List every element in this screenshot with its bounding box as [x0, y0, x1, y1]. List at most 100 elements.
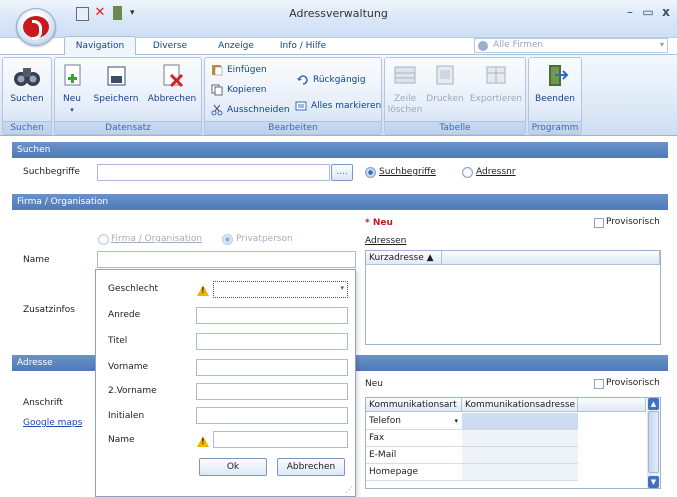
search-button-label: Suchen — [10, 94, 44, 104]
export-label: Exportieren — [469, 94, 523, 104]
provisorisch-checkbox-adresse[interactable] — [594, 379, 604, 389]
grid-cell-kind[interactable]: E-Mail — [366, 447, 462, 464]
anrede-label: Anrede — [108, 310, 141, 320]
initialen-field[interactable] — [196, 407, 348, 424]
quick-exit-icon[interactable] — [110, 5, 126, 21]
group-label-datensatz: Datensatz — [55, 121, 201, 134]
popup-cancel-button[interactable]: Abbrechen — [277, 458, 345, 476]
close-icon[interactable]: x — [658, 5, 674, 19]
tab-navigation[interactable]: Navigation — [64, 36, 136, 55]
cancel-icon — [158, 62, 186, 90]
paste-button[interactable]: Einfügen — [211, 62, 267, 78]
print-label: Drucken — [426, 94, 464, 104]
radio-firma-label: Firma / Organisation — [111, 234, 203, 244]
grid-cell-kind[interactable]: Fax — [366, 430, 462, 447]
popup-name-field[interactable] — [213, 431, 348, 448]
maximize-icon[interactable]: ▭ — [640, 5, 656, 19]
search-input[interactable] — [97, 164, 330, 181]
minimize-icon[interactable]: – — [622, 5, 638, 19]
grid-cell-kind[interactable]: Telefon ▾ — [366, 413, 462, 430]
kommunikation-grid[interactable]: Kommunikationsart Kommunikationsadresse … — [365, 397, 661, 489]
cut-label: Ausschneiden — [227, 105, 290, 115]
export-button[interactable]: Exportieren — [469, 62, 523, 105]
undo-label: Rückgängig — [313, 75, 366, 85]
grid-cell-kind[interactable]: Homepage — [366, 464, 462, 481]
tab-info-hilfe[interactable]: Info / Hilfe — [270, 38, 336, 54]
group-label-bearbeiten: Bearbeiten — [205, 121, 381, 134]
scroll-thumb[interactable] — [648, 411, 659, 473]
kommunikation-new-label: Neu — [365, 379, 383, 389]
delete-row-button[interactable]: Zeile löschen — [387, 62, 423, 116]
cut-icon — [211, 104, 223, 116]
new-document-icon — [58, 62, 86, 90]
browse-button[interactable]: .... — [331, 164, 353, 181]
grid-scrollbar[interactable]: ▲ ▼ — [647, 398, 660, 488]
quick-delete-icon[interactable]: ✕ — [92, 5, 108, 21]
ribbon-group-suchen: Suchen Suchen — [2, 57, 52, 135]
new-button[interactable]: Neu ▾ — [57, 62, 87, 116]
popup-name-label: Name — [108, 435, 135, 445]
chevron-down-icon: ▾ — [454, 417, 458, 425]
print-button[interactable]: Drucken — [425, 62, 465, 105]
ribbon-group-datensatz: Neu ▾ Speichern Abbrechen Datensatz — [54, 57, 202, 135]
grid-header-extra — [578, 398, 646, 412]
cancel-button-label: Abbrechen — [147, 94, 197, 104]
title-bar: Adressverwaltung ✕ ▾ – ▭ x — [0, 0, 677, 38]
export-icon — [482, 62, 510, 90]
radio-firma[interactable] — [98, 234, 109, 245]
company-selector[interactable]: Alle Firmen ▾ — [474, 38, 668, 53]
exit-button[interactable]: Beenden — [533, 62, 577, 105]
name-label: Name — [23, 255, 50, 265]
grid-cell-address[interactable] — [462, 464, 578, 481]
provisorisch-label-firma: Provisorisch — [606, 217, 660, 227]
tab-diverse[interactable]: Diverse — [142, 38, 198, 54]
provisorisch-checkbox-firma[interactable] — [594, 218, 604, 228]
search-button[interactable]: Suchen — [6, 62, 48, 105]
scroll-down-icon[interactable]: ▼ — [648, 476, 659, 488]
geschlecht-select[interactable]: ▾ — [213, 281, 348, 298]
save-button-label: Speichern — [93, 94, 139, 104]
group-label-tabelle: Tabelle — [385, 121, 525, 134]
copy-button[interactable]: Kopieren — [211, 82, 266, 98]
warning-icon — [197, 285, 209, 296]
scroll-up-icon[interactable]: ▲ — [648, 398, 659, 410]
select-all-button[interactable]: Alles markieren — [295, 98, 381, 114]
tab-anzeige[interactable]: Anzeige — [208, 38, 264, 54]
vorname2-field[interactable] — [196, 383, 348, 400]
ribbon-group-tabelle: Zeile löschen Drucken Exportieren Tabell… — [384, 57, 526, 135]
application-menu-button[interactable] — [16, 8, 56, 46]
anrede-field[interactable] — [196, 307, 348, 324]
grid-header-kommunikationsart[interactable]: Kommunikationsart — [366, 398, 462, 412]
google-maps-link[interactable]: Google maps — [23, 418, 82, 428]
new-dropdown-icon: ▾ — [70, 106, 74, 114]
vorname-field[interactable] — [196, 359, 348, 376]
save-button[interactable]: Speichern — [91, 62, 141, 105]
grid-cell-address[interactable] — [462, 430, 578, 447]
name-field[interactable] — [97, 251, 356, 268]
zusatzinfos-label: Zusatzinfos — [23, 305, 75, 315]
delete-row-label-2: löschen — [387, 105, 423, 115]
ok-button[interactable]: Ok — [199, 458, 267, 476]
grid-header-kurzadresse[interactable]: Kurzadresse ▲ — [366, 251, 442, 265]
vorname2-label: 2.Vorname — [108, 386, 157, 396]
resize-grip-icon[interactable]: ⋰ — [345, 485, 353, 494]
search-terms-label: Suchbegriffe — [23, 167, 80, 177]
grid-header-empty — [442, 251, 660, 265]
cut-button[interactable]: Ausschneiden — [211, 102, 290, 118]
undo-button[interactable]: Rückgängig — [297, 72, 366, 88]
radio-suchbegriffe[interactable] — [365, 167, 376, 178]
grid-header-kommunikationsadresse[interactable]: Kommunikationsadresse — [462, 398, 578, 412]
cancel-button[interactable]: Abbrechen — [145, 62, 199, 105]
radio-privatperson[interactable] — [222, 234, 233, 245]
grid-cell-address[interactable] — [462, 413, 578, 430]
grid-cell-address[interactable] — [462, 447, 578, 464]
radio-privatperson-label: Privatperson — [236, 234, 293, 244]
titel-field[interactable] — [196, 333, 348, 350]
adressen-grid[interactable]: Kurzadresse ▲ — [365, 250, 661, 345]
provisorisch-label-adresse: Provisorisch — [606, 378, 660, 388]
quick-save-icon[interactable] — [74, 5, 90, 21]
select-all-label: Alles markieren — [311, 101, 382, 111]
radio-adressnr[interactable] — [462, 167, 473, 178]
quick-access-menu-icon[interactable]: ▾ — [130, 5, 146, 21]
paste-icon — [212, 65, 223, 76]
